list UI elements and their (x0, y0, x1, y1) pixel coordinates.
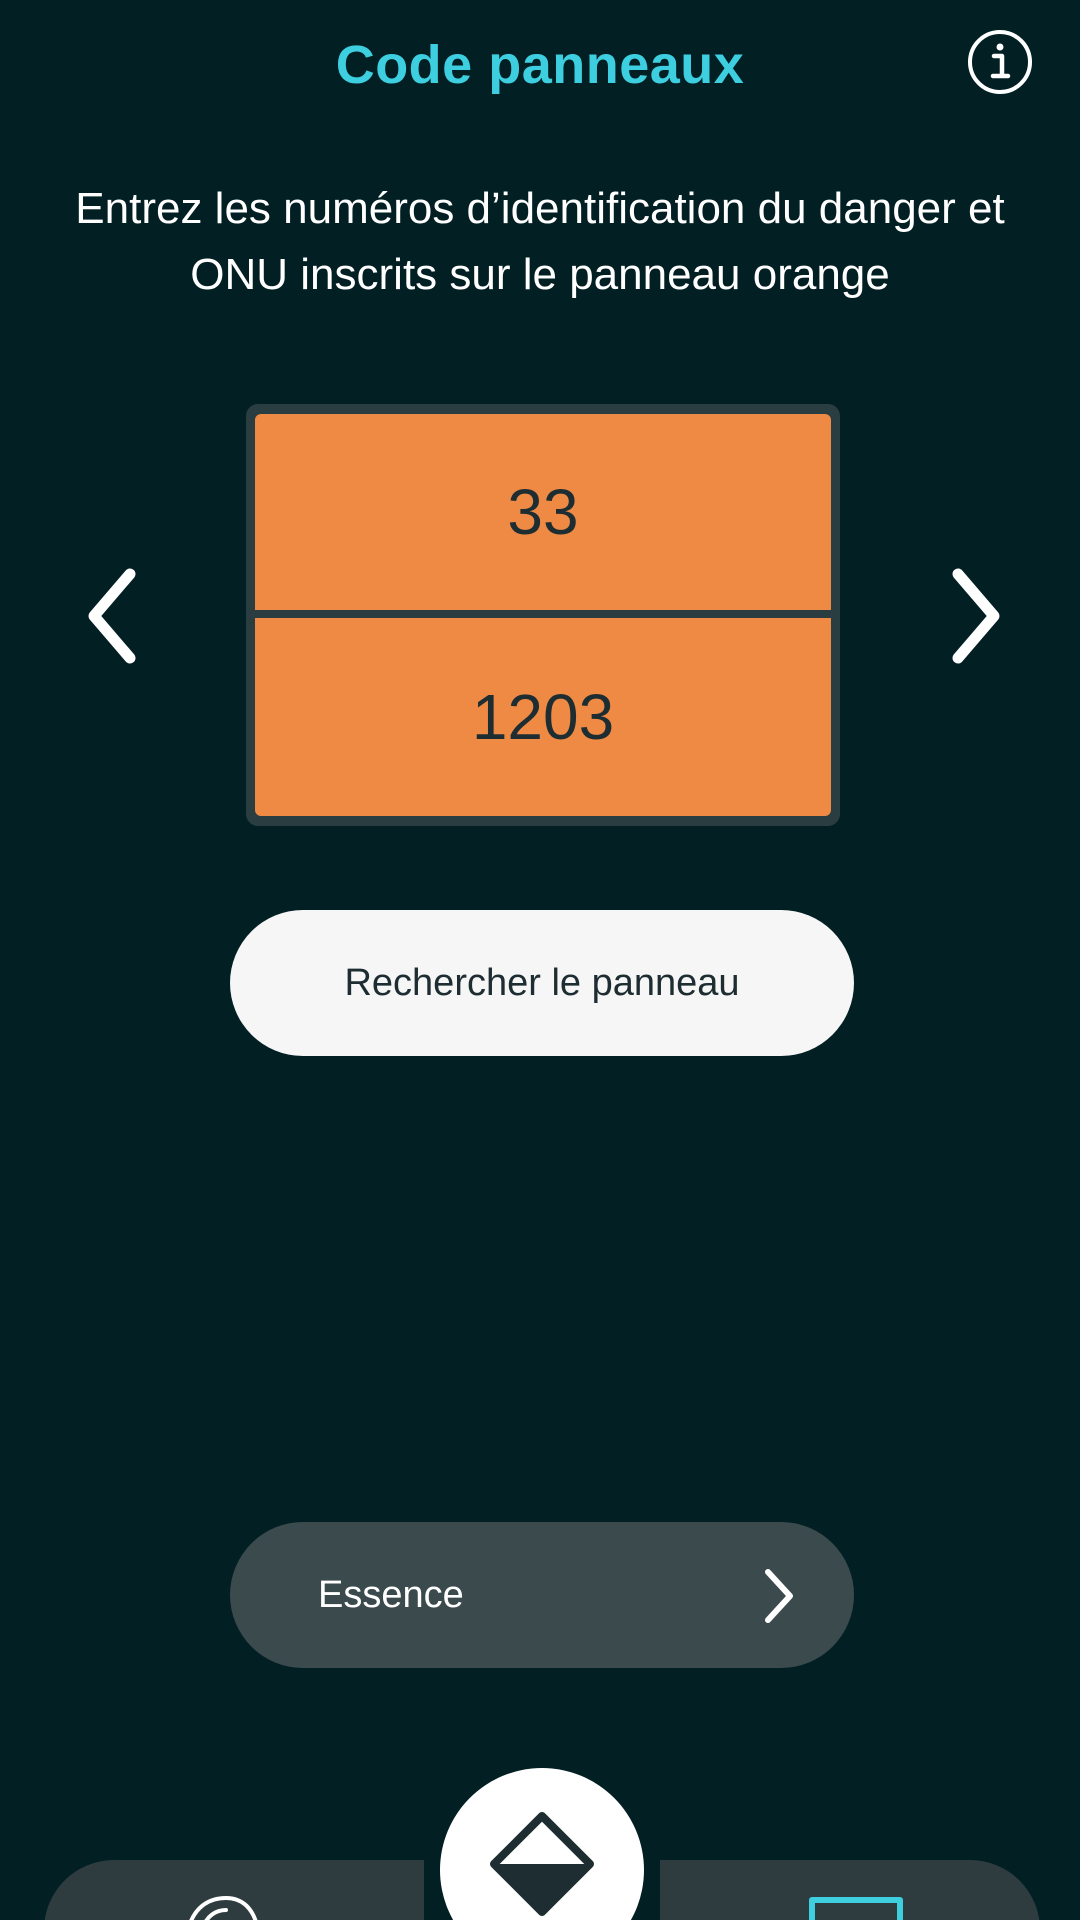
next-arrow-icon[interactable] (934, 556, 1014, 676)
orange-plate: 33 1203 (246, 404, 840, 826)
chevron-right-icon (758, 1566, 798, 1626)
page-title: Code panneaux (335, 35, 745, 95)
search-plate-button[interactable]: Rechercher le panneau (230, 910, 854, 1056)
bottom-navigation (0, 1768, 1080, 1920)
result-label: Essence (318, 1574, 464, 1616)
instruction-text: Entrez les numéros d’identification du d… (75, 184, 1005, 299)
nav-left-icon (180, 1892, 270, 1920)
nav-right-icon (806, 1894, 906, 1920)
previous-arrow-icon[interactable] (74, 556, 154, 676)
un-number-field[interactable]: 1203 (255, 618, 831, 816)
nav-center-button[interactable] (440, 1768, 644, 1920)
info-icon[interactable] (966, 28, 1034, 96)
hazard-number-field[interactable]: 33 (255, 414, 831, 610)
screen: Code panneaux Entrez les numéros d’ident… (0, 0, 1080, 1920)
